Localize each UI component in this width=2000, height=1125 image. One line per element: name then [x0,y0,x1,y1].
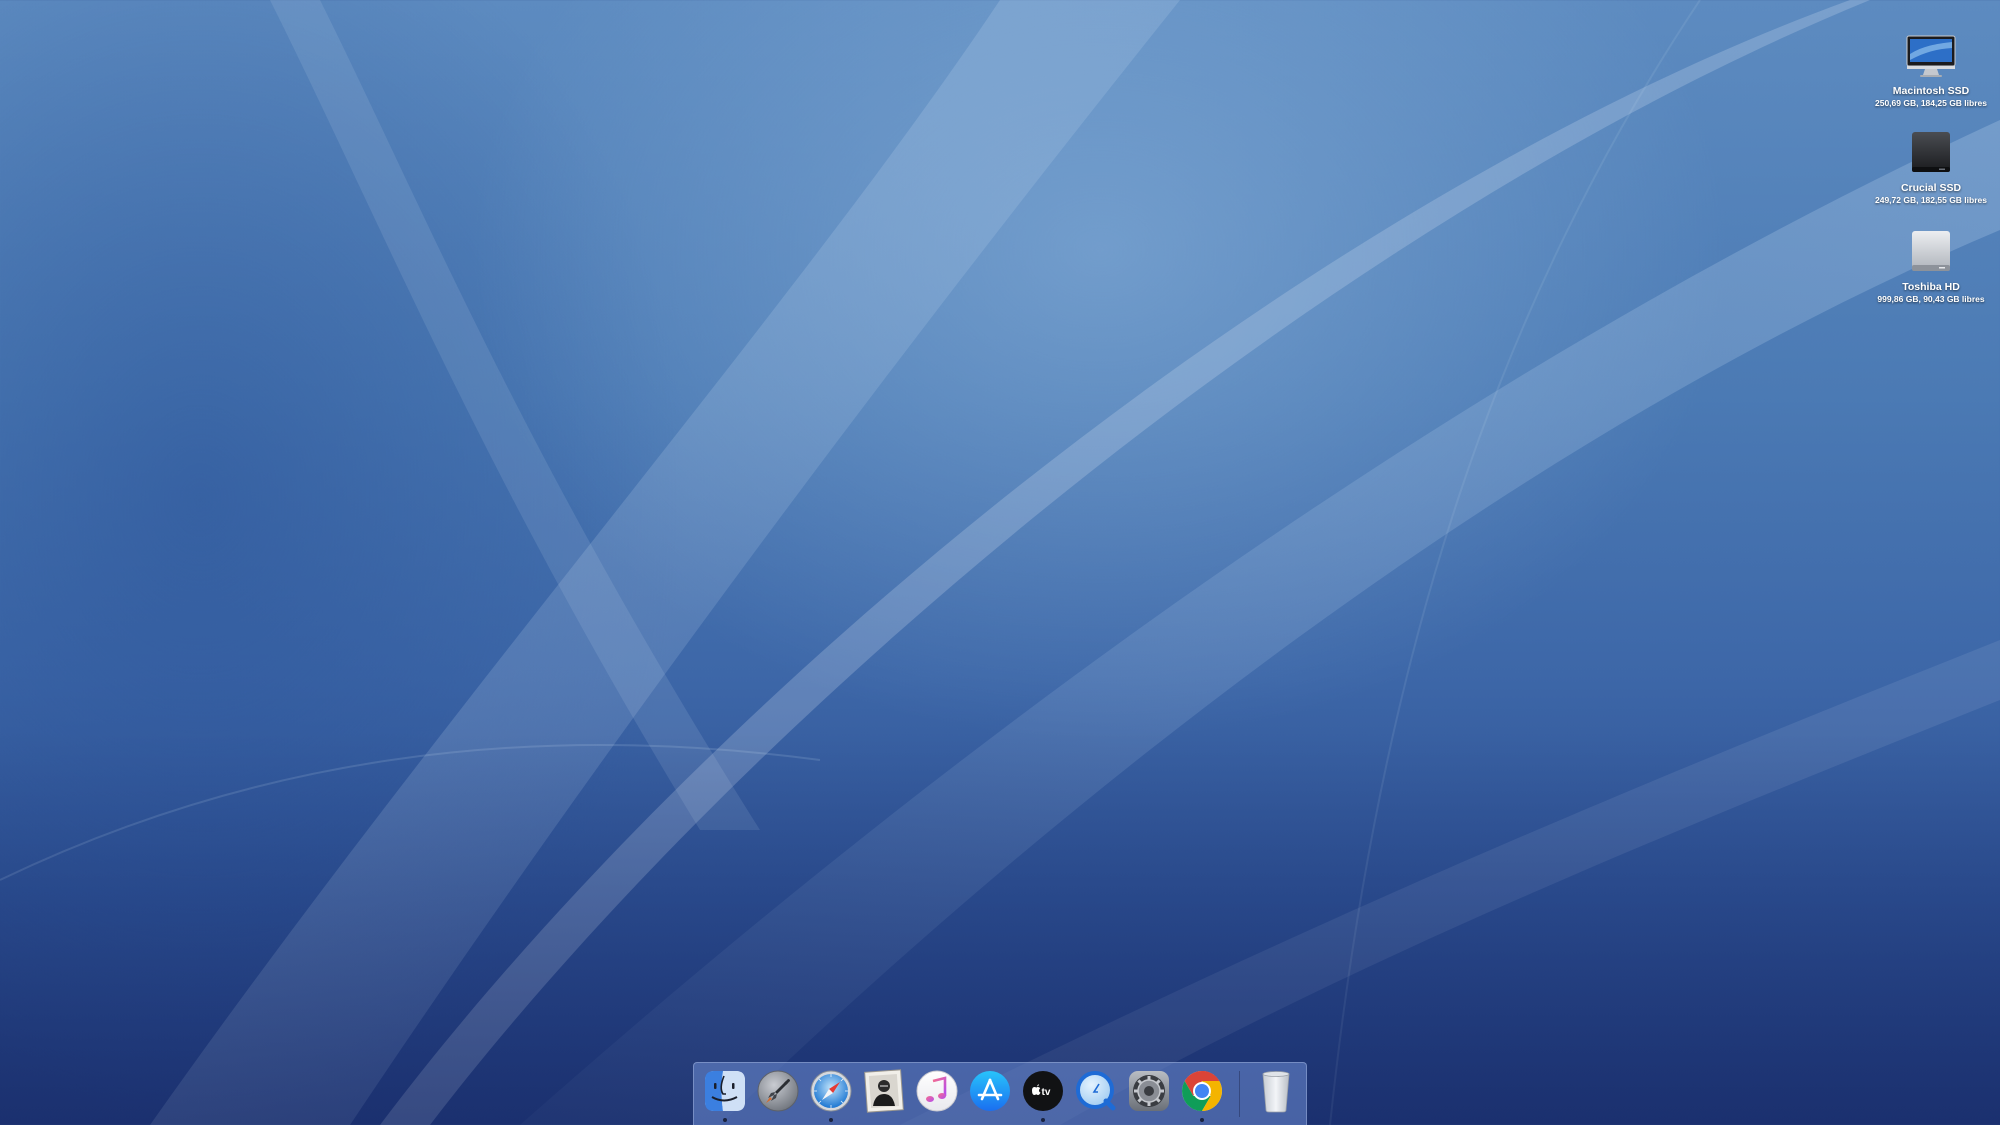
desktop-item-macintosh-ssd[interactable]: Macintosh SSD 250,69 GB, 184,25 GB libre… [1861,30,2000,109]
desktop-item-name: Crucial SSD [1900,182,1962,194]
tv-label: tv [1042,1087,1051,1098]
chrome-icon [1182,1071,1222,1111]
dock-app-finder[interactable] [702,1068,748,1122]
quicktime-icon [1076,1071,1116,1111]
dock-app-trash[interactable] [1253,1068,1299,1114]
apple-tv-icon: tv [1023,1071,1063,1111]
desktop-item-info: 250,69 GB, 184,25 GB libres [1875,98,1987,108]
external-drive-icon [1901,127,1961,179]
portrait-icon [864,1069,904,1113]
desktop-wallpaper [0,0,2000,1125]
desktop-item-info: 999,86 GB, 90,43 GB libres [1877,294,1985,304]
hard-drive-icon [1901,226,1961,278]
desktop-item-toshiba-hd[interactable]: Toshiba HD 999,86 GB, 90,43 GB libres [1861,226,2000,305]
dock-app-launchpad[interactable] [755,1068,801,1114]
imac-icon [1901,30,1961,82]
dock-app-quicktime[interactable] [1073,1068,1119,1114]
desktop-item-name: Toshiba HD [1902,281,1960,293]
running-indicator [723,1118,727,1122]
dock-app-app-store[interactable] [967,1068,1013,1114]
dock-app-safari[interactable] [808,1068,854,1122]
compass-icon [810,1070,852,1112]
dock: tv [693,1062,1307,1125]
desktop-item-name: Macintosh SSD [1892,85,1970,97]
gear-icon [1129,1071,1169,1111]
finder-icon [705,1071,745,1111]
dock-app-photo-booth[interactable] [861,1068,907,1114]
running-indicator [1041,1118,1045,1122]
dock-app-music[interactable] [914,1068,960,1114]
music-note-icon [916,1070,958,1112]
app-store-icon [970,1071,1010,1111]
rocket-icon [757,1070,799,1112]
desktop-item-info: 249,72 GB, 182,55 GB libres [1875,195,1987,205]
desktop-item-crucial-ssd[interactable]: Crucial SSD 249,72 GB, 182,55 GB libres [1861,127,2000,206]
dock-app-tv[interactable]: tv [1020,1068,1066,1122]
running-indicator [1200,1118,1204,1122]
trash-icon [1262,1071,1290,1113]
dock-app-chrome[interactable] [1179,1068,1225,1122]
running-indicator [829,1118,833,1122]
dock-divider [1239,1071,1240,1117]
dock-app-system-preferences[interactable] [1126,1068,1172,1114]
